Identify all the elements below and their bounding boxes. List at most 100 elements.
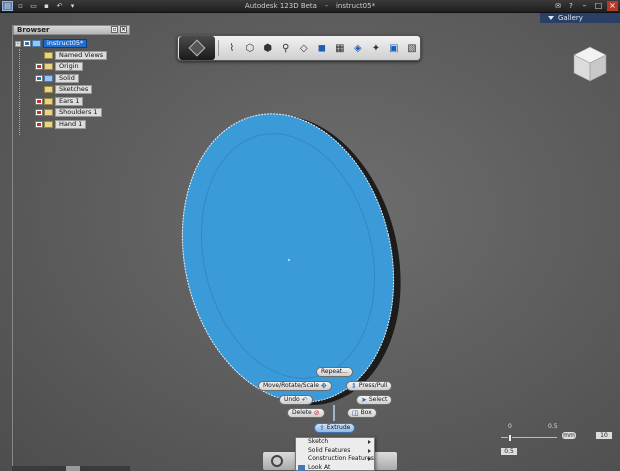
- context-menu-item[interactable]: Solid Features: [296, 447, 374, 456]
- minimize-button[interactable]: –: [579, 1, 590, 11]
- context-menu-item[interactable]: Sketch: [296, 438, 374, 447]
- browser-panel: Browser ▫ × - instruct05* +Named Views+O…: [12, 25, 130, 471]
- box-label: Box: [360, 409, 372, 416]
- tree-root-label: instruct05*: [43, 39, 88, 49]
- folder-icon: [44, 74, 53, 82]
- tree-item-label: Solid: [55, 73, 79, 83]
- unit-label: mm: [563, 432, 575, 439]
- browser-scrollbar[interactable]: [12, 466, 130, 471]
- grid-size-field[interactable]: 10: [595, 431, 613, 440]
- lighting-icon[interactable]: ✦: [368, 40, 384, 57]
- tree-item[interactable]: +Named Views: [13, 50, 130, 62]
- delete-button[interactable]: Delete ⊘: [287, 408, 325, 418]
- fit-view-icon[interactable]: ⚲: [278, 40, 294, 57]
- title-right-icons: ✉ ?: [553, 1, 576, 11]
- snap-value-field[interactable]: 0.5: [500, 447, 518, 456]
- orbit-nav-icon[interactable]: [271, 455, 283, 467]
- box-button[interactable]: ◫ Box: [347, 408, 377, 418]
- tree-item-label: Shoulders 1: [55, 108, 102, 118]
- tree-item[interactable]: +Solid: [13, 73, 130, 85]
- orbit-icon[interactable]: ⌇: [224, 40, 240, 57]
- perspective-icon[interactable]: ◇: [296, 40, 312, 57]
- tree-item[interactable]: +Hand 1: [13, 119, 130, 131]
- tree-item-label: Hand 1: [55, 119, 87, 129]
- move-icon: ✥: [320, 382, 327, 390]
- visibility-icon[interactable]: [35, 63, 43, 71]
- press-pull-icon: ⇕: [351, 382, 357, 390]
- folder-icon: [44, 120, 53, 128]
- pan-cube-icon[interactable]: ⬡: [242, 40, 258, 57]
- close-button[interactable]: ×: [607, 1, 618, 11]
- zoom-cube-icon[interactable]: ⬢: [260, 40, 276, 57]
- close-panel-icon[interactable]: ×: [120, 26, 127, 33]
- collapse-icon[interactable]: -: [15, 40, 21, 47]
- gallery-toggle[interactable]: Gallery: [540, 13, 620, 23]
- tree-root[interactable]: - instruct05*: [13, 38, 130, 50]
- home-view-button[interactable]: [179, 36, 215, 60]
- viewcube[interactable]: [572, 45, 608, 83]
- tree-item-label: Named Views: [55, 50, 108, 60]
- title-bar: ▤ ▫ ▭ ▪ ↶ ▾ Autodesk 123D Beta - instruc…: [0, 0, 620, 13]
- visibility-icon[interactable]: [35, 74, 43, 82]
- folder-icon: [44, 86, 53, 94]
- delete-icon: ⊘: [313, 409, 320, 417]
- window-controls: – □ ×: [579, 1, 618, 11]
- repeat-label: Repeat...: [321, 368, 348, 375]
- visibility-icon[interactable]: [35, 120, 43, 128]
- tree-item[interactable]: +Ears 1: [13, 96, 130, 108]
- gallery-label: Gallery: [558, 14, 583, 22]
- tree-item[interactable]: +Shoulders 1: [13, 107, 130, 119]
- press-pull-button[interactable]: ⇕ Press/Pull: [346, 381, 393, 391]
- grid-view-icon[interactable]: ▦: [332, 40, 348, 57]
- context-menu-item[interactable]: Look At: [296, 464, 374, 471]
- unit-button[interactable]: mm: [561, 431, 577, 440]
- disc-center-point: [288, 259, 290, 261]
- scrollbar-thumb[interactable]: [66, 466, 80, 471]
- submenu-arrow-icon: [368, 448, 371, 453]
- select-label: Select: [368, 396, 388, 403]
- tree-item[interactable]: +Sketches: [13, 84, 130, 96]
- press-pull-label: Press/Pull: [358, 382, 388, 389]
- toolbar-divider: [217, 40, 219, 56]
- visibility-icon[interactable]: [35, 97, 43, 105]
- snap-slider-thumb[interactable]: [508, 434, 512, 442]
- materials-icon[interactable]: ▣: [386, 40, 402, 57]
- home-cube-icon: [188, 39, 206, 57]
- repeat-button[interactable]: Repeat...: [316, 367, 353, 377]
- undo-arrow-icon: ↶: [301, 396, 308, 404]
- selected-solid-disc[interactable]: [170, 110, 410, 410]
- grid-size-value: 10: [600, 432, 608, 439]
- document-name: instruct05*: [335, 2, 376, 10]
- snap-tick-min: 0: [508, 423, 512, 430]
- maximize-button[interactable]: □: [593, 1, 604, 11]
- move-rotate-scale-button[interactable]: Move/Rotate/Scale ✥: [258, 381, 332, 391]
- pin-icon[interactable]: ▫: [111, 26, 118, 33]
- undo-label: Undo: [284, 396, 300, 403]
- help-icon[interactable]: ?: [566, 1, 576, 11]
- shaded-view-icon[interactable]: ◼: [314, 40, 330, 57]
- messages-icon[interactable]: ✉: [553, 1, 563, 11]
- visibility-icon[interactable]: [23, 40, 31, 48]
- box-icon: ◫: [352, 409, 359, 417]
- tree-item[interactable]: +Origin: [13, 61, 130, 73]
- look-at-icon: [298, 464, 305, 471]
- submenu-arrow-icon: [368, 457, 371, 461]
- component-icon: [32, 40, 41, 48]
- browser-tree: - instruct05* +Named Views+Origin+Solid+…: [13, 35, 130, 135]
- folder-icon: [44, 109, 53, 117]
- select-button[interactable]: ➤ Select: [356, 395, 393, 405]
- context-menu-item[interactable]: Construction Features: [296, 455, 374, 464]
- visibility-icon[interactable]: [35, 109, 43, 117]
- select-arrow-icon: ➤: [361, 396, 367, 404]
- extrude-button[interactable]: ⇪ Extrude: [314, 423, 356, 433]
- color-palette-icon[interactable]: ▧: [404, 40, 420, 57]
- extrude-icon: ⇪: [319, 424, 325, 432]
- visual-style-icon[interactable]: ◈: [350, 40, 366, 57]
- extrude-label: Extrude: [326, 424, 351, 431]
- folder-icon: [44, 51, 53, 59]
- undo-button[interactable]: Undo ↶: [279, 395, 313, 405]
- browser-header: Browser ▫ ×: [13, 25, 130, 35]
- browser-header-buttons: ▫ ×: [111, 26, 127, 33]
- delete-label: Delete: [292, 409, 312, 416]
- browser-title: Browser: [17, 26, 50, 34]
